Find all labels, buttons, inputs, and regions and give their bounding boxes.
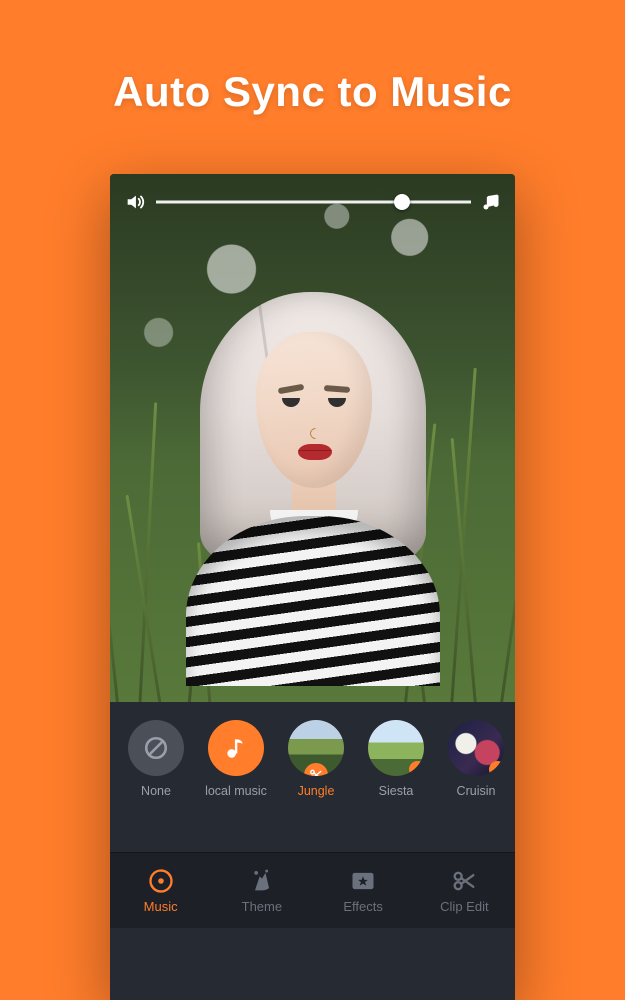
track-label: Jungle [298, 784, 335, 798]
volume-slider[interactable] [156, 192, 471, 212]
track-thumb-siesta[interactable] [368, 720, 424, 776]
track-thumb-none[interactable] [128, 720, 184, 776]
music-track-cruisin[interactable]: Cruisin [444, 720, 508, 798]
tab-label: Music [144, 899, 178, 914]
bottom-panel: Nonelocal musicJungleSiestaCruisinJu Mus… [110, 702, 515, 1000]
volume-icon[interactable] [124, 191, 146, 213]
download-icon[interactable] [409, 761, 424, 776]
music-track-jungle[interactable]: Jungle [284, 720, 348, 798]
music-track-local[interactable]: local music [204, 720, 268, 798]
music-icon [147, 867, 175, 895]
track-label: local music [205, 784, 267, 798]
track-label: Siesta [379, 784, 414, 798]
music-track-strip[interactable]: Nonelocal musicJungleSiestaCruisinJu [110, 702, 515, 852]
music-track-siesta[interactable]: Siesta [364, 720, 428, 798]
track-label: None [141, 784, 171, 798]
tab-clipedit[interactable]: Clip Edit [414, 852, 515, 928]
tab-bar: Music Theme Effects Clip Edit [110, 852, 515, 928]
tab-label: Effects [343, 899, 383, 914]
theme-icon [248, 867, 276, 895]
music-note-icon[interactable] [481, 192, 501, 212]
track-thumb-cruisin[interactable] [448, 720, 504, 776]
download-icon[interactable] [489, 761, 504, 776]
tab-label: Theme [242, 899, 282, 914]
effects-icon [349, 867, 377, 895]
preview-subject [198, 292, 428, 652]
tab-effects[interactable]: Effects [313, 852, 414, 928]
tab-theme[interactable]: Theme [211, 852, 312, 928]
volume-bar [124, 188, 501, 216]
tab-music[interactable]: Music [110, 852, 211, 928]
app-screen: Nonelocal musicJungleSiestaCruisinJu Mus… [110, 174, 515, 1000]
video-preview[interactable] [110, 174, 515, 702]
track-thumb-jungle[interactable] [288, 720, 344, 776]
track-label: Cruisin [457, 784, 496, 798]
track-thumb-local[interactable] [208, 720, 264, 776]
music-track-none[interactable]: None [124, 720, 188, 798]
tab-label: Clip Edit [440, 899, 488, 914]
hero-title: Auto Sync to Music [0, 68, 625, 116]
clipedit-icon [450, 867, 478, 895]
